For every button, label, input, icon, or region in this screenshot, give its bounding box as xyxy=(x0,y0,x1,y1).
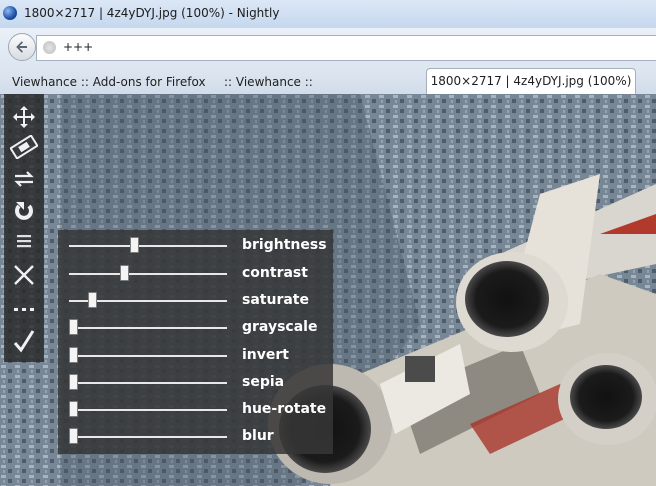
apply-check-icon xyxy=(13,330,35,353)
menu-tool[interactable] xyxy=(10,228,38,254)
tab-image-active[interactable]: 1800×2717 | 4z4yDYJ.jpg (100%) xyxy=(426,68,636,94)
brightness-slider-track[interactable] xyxy=(69,245,227,247)
filter-row-brightness: brightness xyxy=(58,233,333,260)
filter-row-grayscale: grayscale xyxy=(58,315,333,342)
fit-size-icon xyxy=(10,135,38,159)
contrast-slider-thumb[interactable] xyxy=(119,265,129,281)
filter-row-sepia: sepia xyxy=(58,370,333,397)
title-bar: 1800×2717 | 4z4yDYJ.jpg (100%) - Nightly xyxy=(0,0,656,28)
filter-panel: brightness contrast saturate grayscale i… xyxy=(58,230,333,454)
fit-size-tool[interactable] xyxy=(10,134,38,160)
back-button[interactable] xyxy=(8,33,36,61)
menu-icon xyxy=(17,235,31,248)
brightness-slider-thumb[interactable] xyxy=(130,237,140,253)
saturate-slider-thumb[interactable] xyxy=(88,292,98,308)
filter-row-contrast: contrast xyxy=(58,261,333,288)
invert-slider-thumb[interactable] xyxy=(69,347,78,363)
contrast-label: contrast xyxy=(242,265,308,281)
address-text[interactable]: +++ xyxy=(63,40,93,54)
rotate-icon xyxy=(15,202,33,220)
move-icon xyxy=(13,106,35,128)
hue-rotate-slider-track[interactable] xyxy=(69,409,227,411)
nightly-logo-icon xyxy=(3,6,17,20)
back-arrow-icon xyxy=(16,41,27,53)
invert-label: invert xyxy=(242,347,289,363)
blur-slider-thumb[interactable] xyxy=(69,428,78,444)
address-bar[interactable]: +++ xyxy=(36,35,656,61)
hue-rotate-label: hue-rotate xyxy=(242,401,327,417)
more-icon xyxy=(14,308,34,311)
grayscale-slider-thumb[interactable] xyxy=(69,319,78,335)
filter-row-invert: invert xyxy=(58,343,333,370)
viewer-toolbar xyxy=(4,94,44,362)
move-tool[interactable] xyxy=(10,104,38,130)
filter-row-blur: blur xyxy=(58,424,333,451)
blur-label: blur xyxy=(242,428,274,444)
tab-viewhance-addons[interactable]: Viewhance :: Add-ons for Firefox xyxy=(12,71,206,93)
apply-tool[interactable] xyxy=(10,328,38,354)
saturate-label: saturate xyxy=(242,292,309,308)
hue-rotate-slider-thumb[interactable] xyxy=(69,401,78,417)
image-viewport[interactable]: brightness contrast saturate grayscale i… xyxy=(0,94,656,486)
contrast-slider-track[interactable] xyxy=(69,273,227,275)
sepia-label: sepia xyxy=(242,374,285,390)
filter-row-hue-rotate: hue-rotate xyxy=(58,397,333,424)
site-identity-icon[interactable] xyxy=(43,41,56,54)
flip-icon xyxy=(14,171,34,187)
close-icon xyxy=(14,265,34,285)
window-title: 1800×2717 | 4z4yDYJ.jpg (100%) - Nightly xyxy=(24,6,280,20)
close-tool[interactable] xyxy=(10,262,38,288)
navigation-bar: +++ xyxy=(0,28,656,66)
flip-tool[interactable] xyxy=(10,166,38,192)
filter-row-saturate: saturate xyxy=(58,288,333,315)
brightness-label: brightness xyxy=(242,237,327,253)
more-tool[interactable] xyxy=(10,296,38,322)
tab-strip: Viewhance :: Add-ons for Firefox :: View… xyxy=(0,66,656,94)
rotate-tool[interactable] xyxy=(10,198,38,224)
sepia-slider-thumb[interactable] xyxy=(69,374,78,390)
grayscale-slider-track[interactable] xyxy=(69,327,227,329)
grayscale-label: grayscale xyxy=(242,319,318,335)
blur-slider-track[interactable] xyxy=(69,436,227,438)
tab-viewhance[interactable]: :: Viewhance :: xyxy=(224,71,313,93)
sepia-slider-track[interactable] xyxy=(69,382,227,384)
invert-slider-track[interactable] xyxy=(69,355,227,357)
